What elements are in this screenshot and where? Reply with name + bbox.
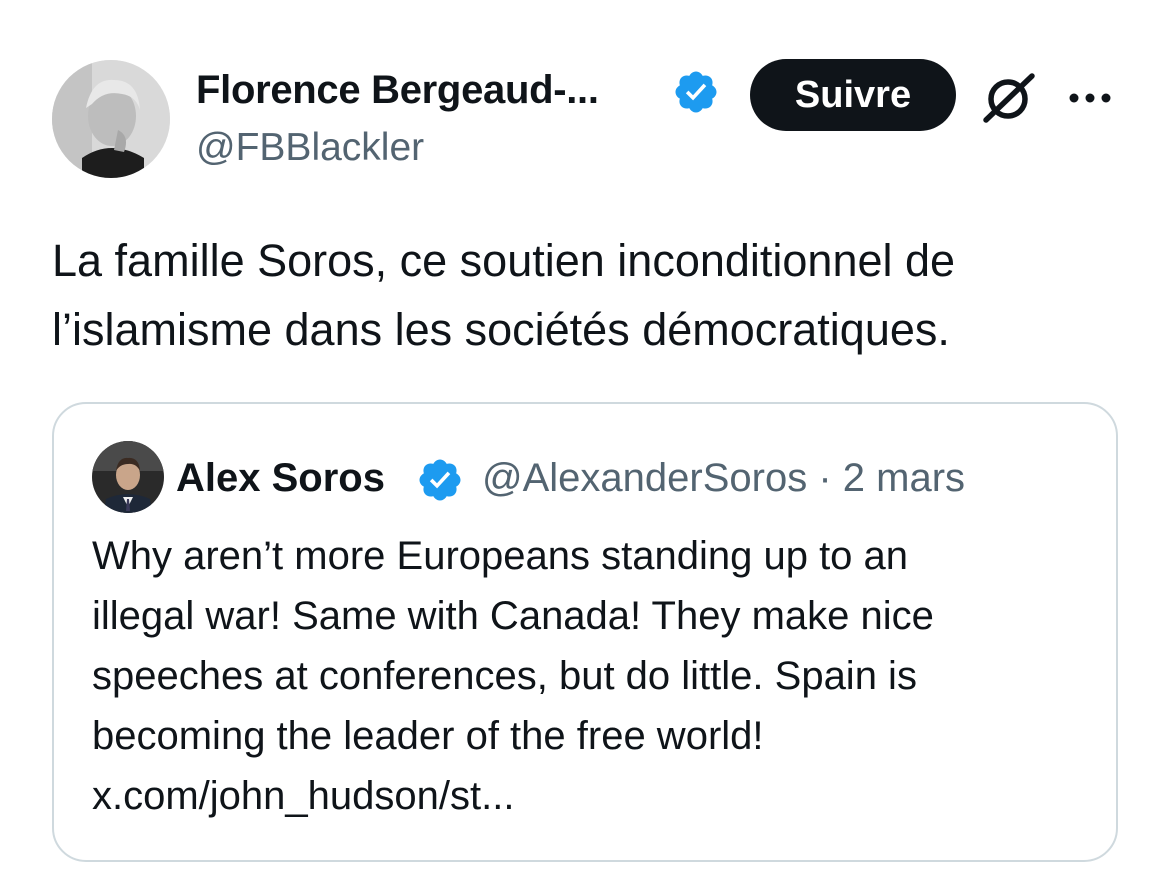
follow-button[interactable]: Suivre — [750, 59, 956, 131]
post-text-line: La famille Soros, ce soutien incondition… — [52, 235, 956, 286]
post-view: Florence Bergeaud-... @FBBlackler Suivre… — [0, 0, 1170, 890]
quoted-author-handle[interactable]: @AlexanderSoros — [482, 456, 807, 500]
grok-icon[interactable] — [980, 70, 1038, 126]
author-avatar[interactable] — [52, 60, 170, 178]
quoted-author-name[interactable]: Alex Soros — [176, 456, 385, 501]
quoted-author-avatar — [92, 441, 164, 513]
verified-badge-icon — [419, 459, 461, 501]
author-handle[interactable]: @FBBlackler — [196, 126, 424, 170]
author-avatar-image — [52, 60, 170, 178]
quoted-author-avatar-image — [92, 441, 164, 513]
post-text-line: l’islamisme dans les sociétés démocratiq… — [52, 304, 950, 355]
meta-separator: · — [818, 456, 843, 500]
post-text: La famille Soros, ce soutien incondition… — [52, 226, 1132, 364]
more-options-icon[interactable] — [1066, 88, 1114, 108]
quoted-text-line: becoming the leader of the free world! — [92, 714, 764, 758]
verified-badge-icon — [675, 71, 717, 113]
quoted-text-line: Why aren’t more Europeans standing up to… — [92, 534, 909, 578]
quoted-text-line: illegal war! Same with Canada! They make… — [92, 594, 934, 638]
quoted-text-line: speeches at conferences, but do little. … — [92, 654, 917, 698]
quoted-post-link[interactable]: x.com/john_hudson/st... — [92, 766, 1092, 826]
author-name[interactable]: Florence Bergeaud-... — [196, 68, 599, 113]
quoted-post-text: Why aren’t more Europeans standing up to… — [92, 526, 1092, 826]
quoted-post-date[interactable]: 2 mars — [843, 456, 965, 500]
quoted-post-card[interactable]: Alex Soros @AlexanderSoros · 2 mars Why … — [52, 402, 1118, 862]
quoted-post-meta: @AlexanderSoros · 2 mars — [482, 456, 965, 501]
